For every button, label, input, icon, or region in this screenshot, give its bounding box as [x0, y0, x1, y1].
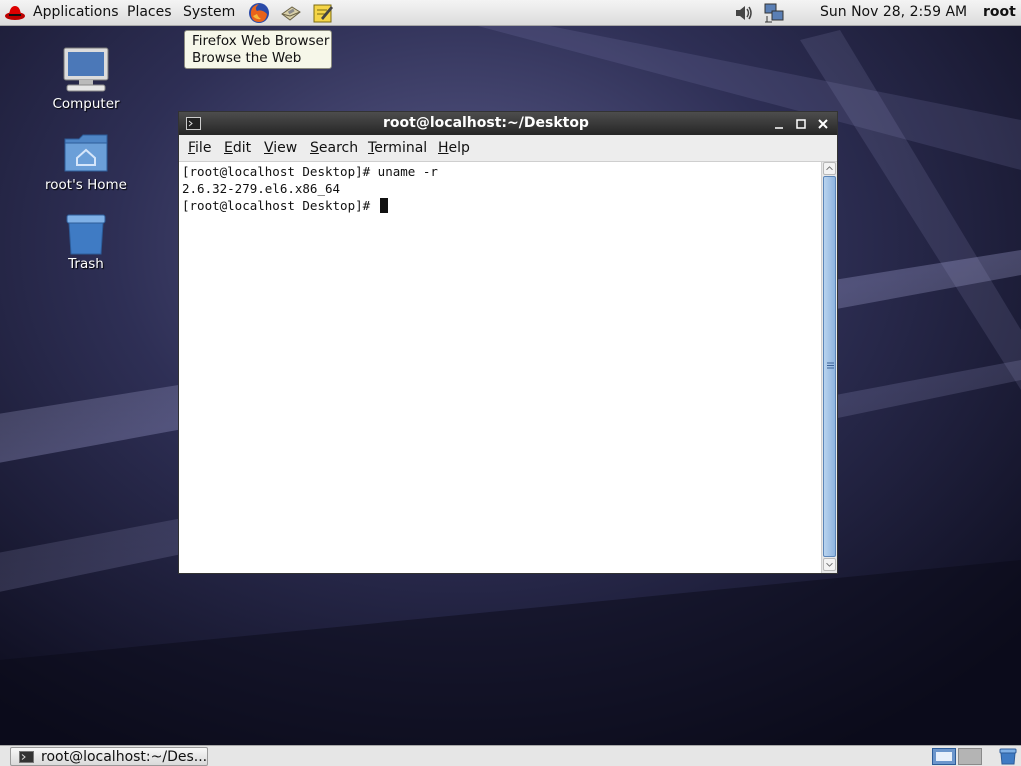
terminal-cursor: [379, 198, 388, 213]
desktop-icon-label: Computer: [52, 96, 120, 112]
firefox-icon[interactable]: [248, 2, 270, 24]
window-title: root@localhost:~/Desktop: [383, 115, 589, 131]
clock[interactable]: Sun Nov 28, 2:59 AM: [820, 0, 967, 25]
places-menu[interactable]: Places: [127, 0, 172, 25]
close-icon[interactable]: [817, 118, 829, 130]
window-titlebar[interactable]: root@localhost:~/Desktop: [179, 112, 837, 135]
trash-applet-icon[interactable]: [998, 748, 1018, 765]
menu-search[interactable]: Search: [310, 135, 358, 161]
terminal-line: [root@localhost Desktop]# uname -r: [182, 164, 438, 179]
terminal-prompt-line: [root@localhost Desktop]#: [182, 197, 388, 214]
notes-icon[interactable]: [312, 2, 334, 24]
system-menu[interactable]: System: [183, 0, 235, 25]
user-menu[interactable]: root: [983, 0, 1016, 25]
scroll-down-arrow-icon[interactable]: [823, 558, 836, 571]
desktop-screen: Applications Places System Sun Nov 28, 2…: [0, 0, 1021, 766]
redhat-logo-icon[interactable]: [4, 2, 26, 24]
bottom-panel: root@localhost:~/Des...: [0, 745, 1021, 766]
terminal-output[interactable]: [root@localhost Desktop]# uname -r 2.6.3…: [179, 162, 821, 573]
mail-icon[interactable]: [280, 2, 302, 24]
maximize-icon[interactable]: [795, 118, 807, 130]
workspace-1[interactable]: [932, 748, 956, 765]
network-icon[interactable]: [763, 2, 785, 24]
taskbar-item-terminal[interactable]: root@localhost:~/Des...: [10, 747, 208, 766]
computer-icon: [63, 47, 109, 92]
desktop-icon-home[interactable]: root's Home: [36, 131, 136, 197]
scroll-thumb[interactable]: [823, 176, 836, 557]
top-panel: Applications Places System Sun Nov 28, 2…: [0, 0, 1021, 26]
terminal-line: 2.6.32-279.el6.x86_64: [182, 181, 341, 196]
tooltip-title: Firefox Web Browser: [192, 33, 330, 49]
terminal-window: root@localhost:~/Desktop File Edit View …: [178, 111, 838, 574]
scroll-up-arrow-icon[interactable]: [823, 162, 836, 175]
grip-icon: [827, 362, 834, 369]
menubar: File Edit View Search Terminal Help: [179, 135, 837, 162]
applications-menu[interactable]: Applications: [33, 0, 119, 25]
firefox-tooltip: Firefox Web Browser Browse the Web: [184, 30, 332, 69]
menu-terminal[interactable]: Terminal: [368, 135, 427, 161]
tooltip-description: Browse the Web: [192, 50, 302, 66]
taskbar-item-label: root@localhost:~/Des...: [41, 749, 208, 765]
menu-view[interactable]: View: [264, 135, 297, 161]
trash-icon: [66, 214, 106, 255]
desktop-icon-trash[interactable]: Trash: [36, 210, 136, 276]
menu-help[interactable]: Help: [438, 135, 470, 161]
desktop-icon-label: root's Home: [45, 177, 127, 193]
vertical-scrollbar[interactable]: [821, 162, 837, 573]
terminal-icon: [19, 751, 34, 763]
workspace-window-thumb: [936, 752, 952, 761]
menu-file[interactable]: File: [188, 135, 211, 161]
desktop-icon-computer[interactable]: Computer: [36, 46, 136, 114]
minimize-icon[interactable]: [773, 118, 785, 130]
menu-edit[interactable]: Edit: [224, 135, 251, 161]
desktop-icon-label: Trash: [68, 256, 104, 272]
terminal-prompt: [root@localhost Desktop]#: [182, 198, 378, 213]
home-folder-icon: [64, 134, 108, 172]
workspace-2[interactable]: [958, 748, 982, 765]
volume-icon[interactable]: [733, 2, 755, 24]
